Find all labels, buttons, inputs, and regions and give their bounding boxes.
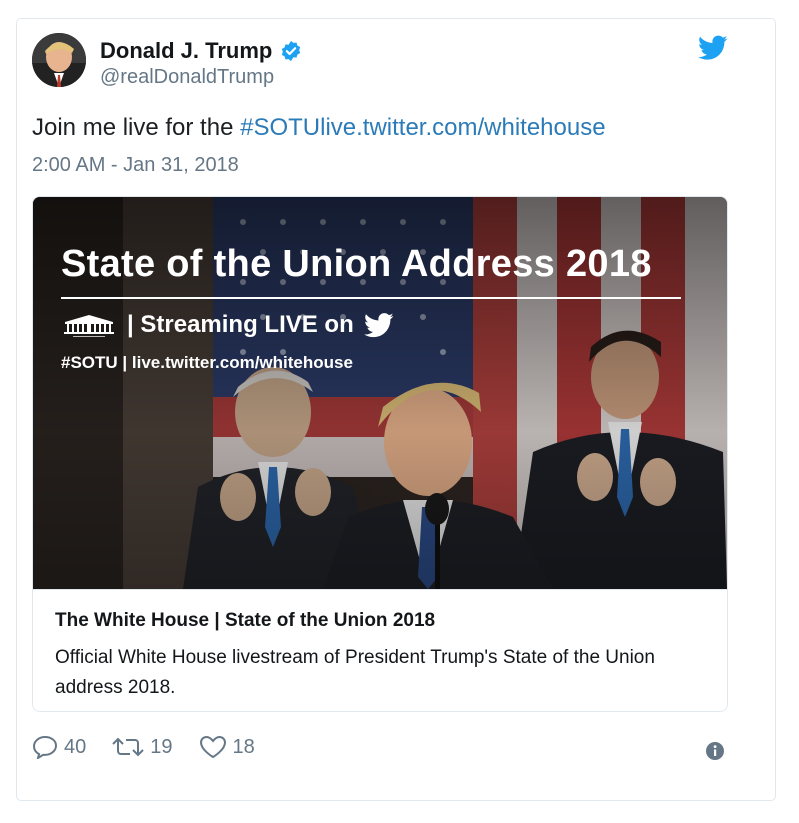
heart-icon bbox=[199, 735, 227, 759]
verified-badge-icon bbox=[280, 40, 302, 62]
media-card[interactable]: State of the Union Address 2018 | Stream… bbox=[32, 196, 728, 712]
reply-count: 40 bbox=[64, 735, 87, 758]
twitter-bird-icon[interactable] bbox=[698, 35, 728, 61]
media-overlay-streaming-text: | Streaming LIVE on bbox=[127, 311, 354, 338]
reply-button[interactable]: 40 bbox=[32, 735, 86, 759]
card-text-area[interactable]: The White House | State of the Union 201… bbox=[33, 589, 727, 711]
white-house-logo-icon bbox=[61, 312, 117, 338]
info-icon[interactable] bbox=[705, 741, 725, 761]
screen-name[interactable]: @realDonaldTrump bbox=[100, 66, 274, 89]
media-overlay-divider bbox=[61, 297, 681, 299]
reply-icon bbox=[32, 735, 58, 759]
like-button[interactable]: 18 bbox=[199, 735, 255, 759]
like-count: 18 bbox=[232, 735, 255, 758]
tweet-actions: 40 19 18 bbox=[32, 735, 281, 759]
card-title[interactable]: The White House | State of the Union 201… bbox=[55, 610, 435, 632]
tweet-text-prefix: Join me live for the bbox=[32, 114, 241, 141]
retweet-count: 19 bbox=[150, 735, 173, 758]
overlay-twitter-bird-icon bbox=[363, 312, 394, 338]
tweet-text: Join me live for the #SOTUlive.twitter.c… bbox=[32, 114, 606, 142]
media-overlay-streaming-row: | Streaming LIVE on bbox=[61, 311, 394, 339]
avatar[interactable] bbox=[32, 33, 86, 87]
card-description: Official White House livestream of Presi… bbox=[55, 647, 655, 698]
retweet-icon bbox=[112, 735, 144, 759]
tweet-hashtag-link[interactable]: #SOTUlive.twitter.com/whitehouse bbox=[240, 114, 605, 141]
media-overlay-tags: #SOTU | live.twitter.com/whitehouse bbox=[61, 353, 353, 372]
display-name[interactable]: Donald J. Trump bbox=[100, 38, 272, 64]
timestamp[interactable]: 2:00 AM - Jan 31, 2018 bbox=[32, 154, 239, 177]
media-overlay-title: State of the Union Address 2018 bbox=[61, 243, 652, 285]
media-image[interactable]: State of the Union Address 2018 | Stream… bbox=[33, 197, 727, 589]
display-name-row[interactable]: Donald J. Trump bbox=[100, 38, 302, 64]
retweet-button[interactable]: 19 bbox=[112, 735, 173, 759]
